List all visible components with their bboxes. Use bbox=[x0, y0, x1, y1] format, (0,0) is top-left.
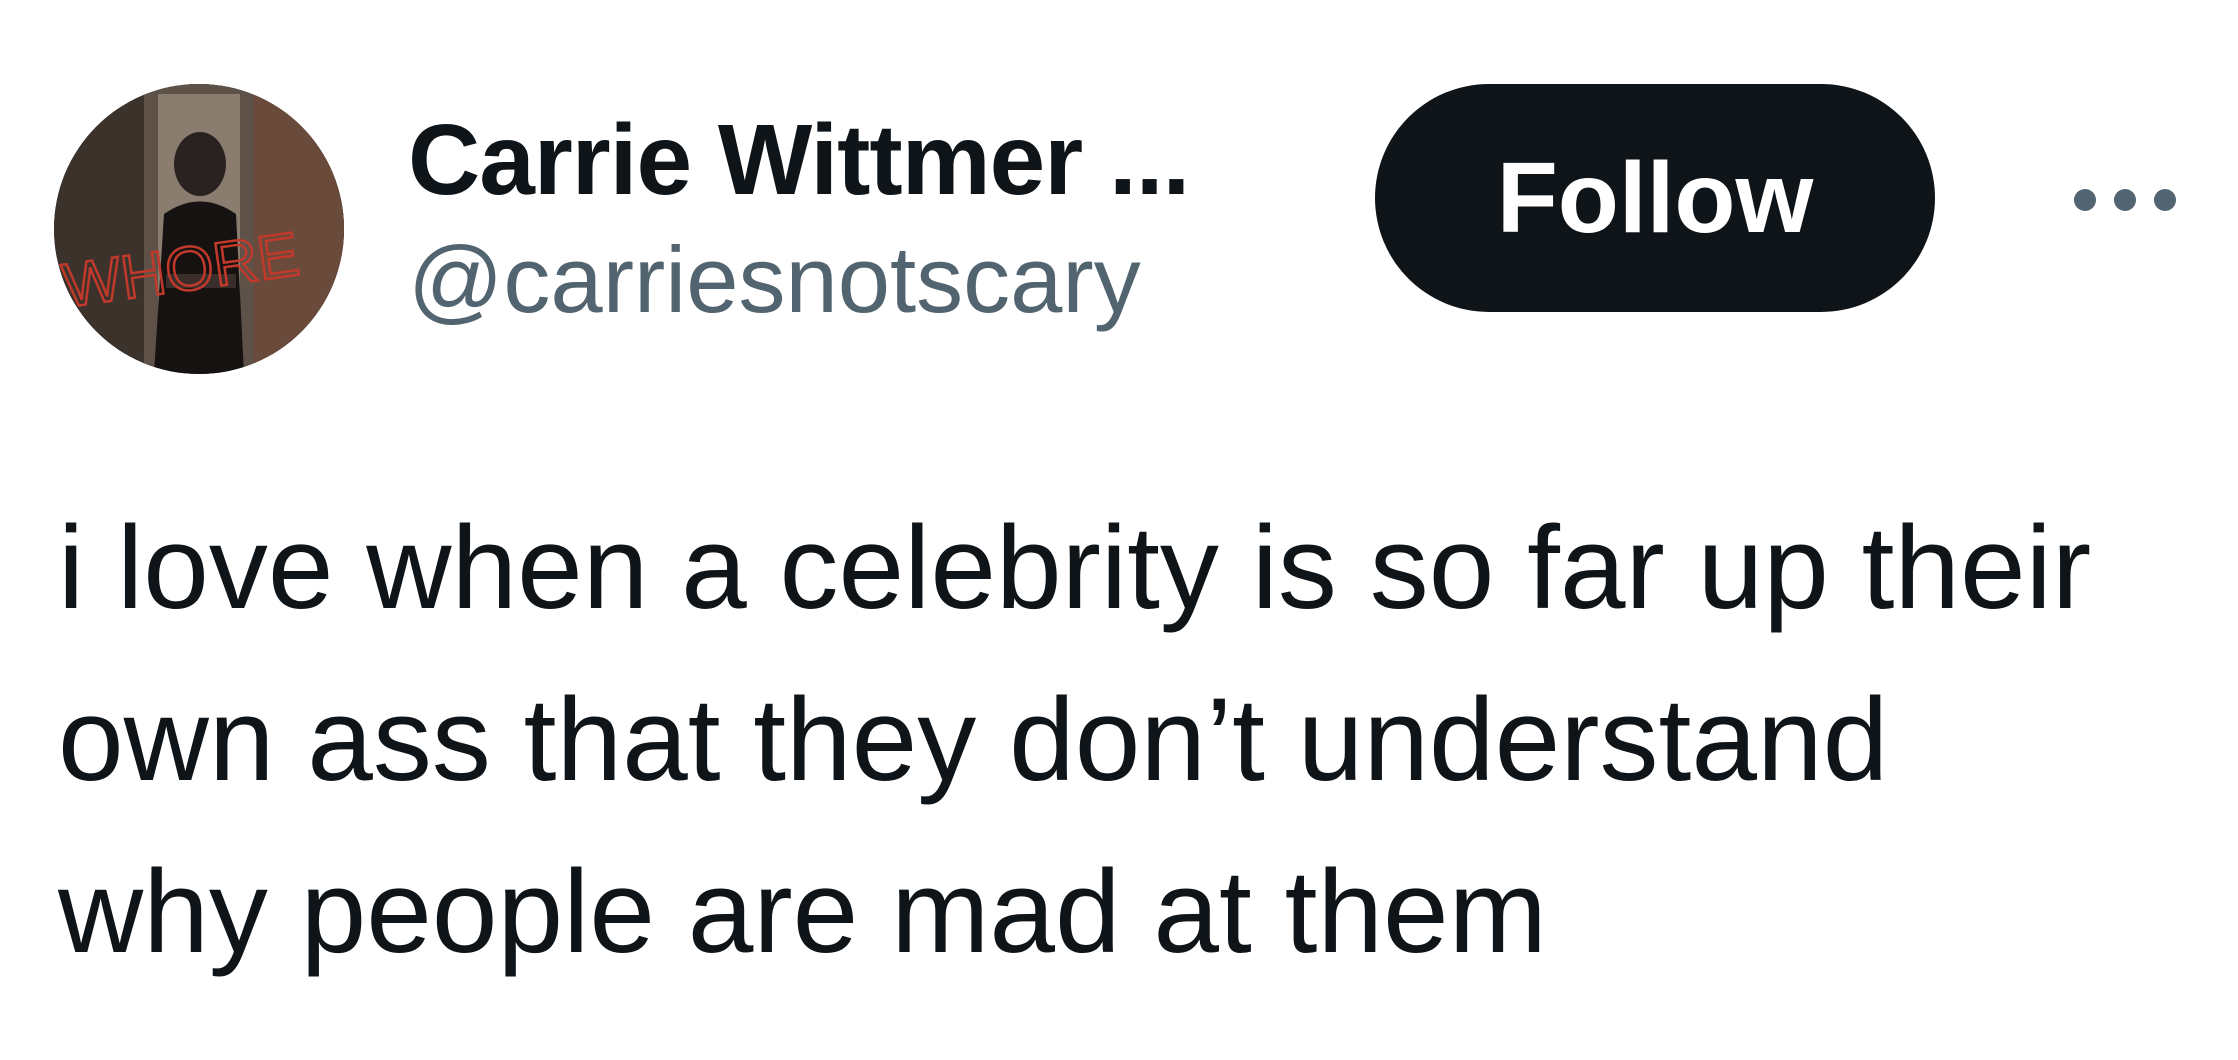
more-options-button[interactable] bbox=[2060, 160, 2190, 240]
author-handle[interactable]: @carriesnotscary bbox=[408, 224, 1189, 336]
tweet-card: WHORE Carrie Wittmer ... @carriesnotscar… bbox=[0, 0, 2238, 1060]
follow-button[interactable]: Follow bbox=[1375, 84, 1935, 312]
avatar-image: WHORE bbox=[54, 84, 344, 374]
tweet-text-line: own ass that they don’t understand bbox=[58, 674, 1889, 806]
tweet-text: i love when a celebrity is so far up the… bbox=[58, 482, 2208, 998]
more-horizontal-icon bbox=[2074, 189, 2176, 211]
avatar[interactable]: WHORE bbox=[54, 84, 344, 374]
tweet-text-line: i love when a celebrity is so far up the… bbox=[58, 502, 2092, 634]
author-display-name[interactable]: Carrie Wittmer ... bbox=[408, 100, 1190, 220]
tweet-text-line: why people are mad at them bbox=[58, 846, 1547, 978]
author-block: Carrie Wittmer ... @carriesnotscary bbox=[408, 100, 1190, 336]
